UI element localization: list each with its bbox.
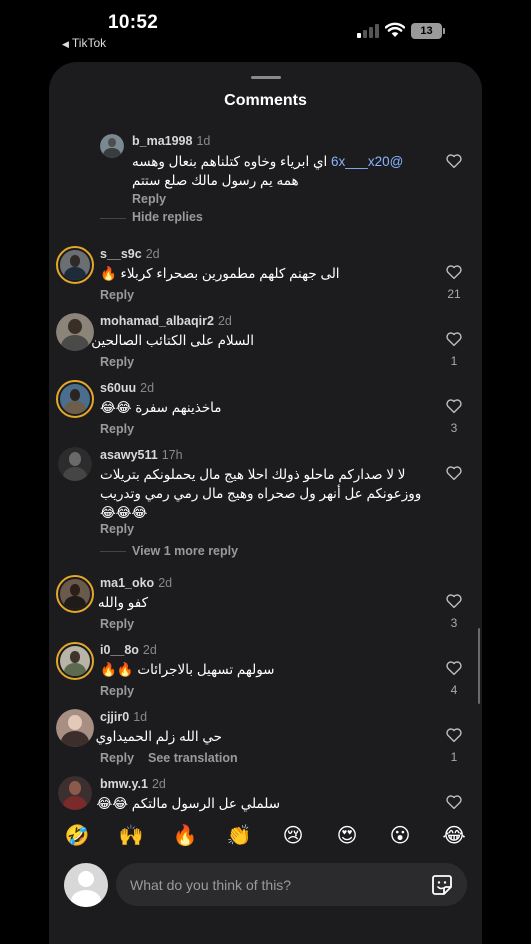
comments-sheet: Comments b_ma1998 1d @6x___x20 اي ابرياء … [49, 62, 482, 944]
comment-username[interactable]: b_ma1998 1d [132, 134, 210, 148]
comment-time: 2d [140, 381, 155, 395]
like-count: 1 [450, 750, 458, 764]
sticker-icon[interactable] [430, 873, 454, 897]
comment-text: سلملي عل الرسول مالتكم 😂😂 [96, 796, 280, 811]
scrollbar[interactable] [478, 628, 480, 704]
emoji-joy-button[interactable]: 😂 [440, 824, 468, 848]
heart-icon[interactable] [445, 726, 463, 744]
comment-item: i0__8o 2d سولهم تسهيل بالاجرائات 🔥🔥 Reply… [49, 641, 482, 701]
emoji-wow-button[interactable]: 😮 [386, 824, 414, 848]
like-count: 1 [450, 354, 458, 368]
drag-handle[interactable] [251, 76, 281, 79]
avatar[interactable] [56, 575, 94, 613]
like-count: 3 [450, 616, 458, 630]
view-more-replies-button[interactable]: View 1 more reply [132, 544, 238, 558]
back-app-label: TikTok [71, 36, 107, 50]
comment-username[interactable]: mohamad_albaqir2 2d [100, 314, 232, 328]
comment-username[interactable]: i0__8o 2d [100, 643, 157, 657]
reply-comment: b_ma1998 1d @6x___x20 اي ابرياء وخاوه كتل… [49, 130, 482, 230]
comment-item: mohamad_albaqir2 2d السلام على الكتائب ال… [49, 312, 482, 372]
heart-icon[interactable] [445, 330, 463, 348]
comment-username[interactable]: ma1_oko 2d [100, 576, 172, 590]
comment-username[interactable]: bmw.y.1 2d [100, 777, 166, 791]
avatar[interactable] [58, 447, 92, 481]
comment-text: كفو والله [97, 595, 148, 610]
like-count: 21 [447, 287, 461, 301]
sheet-title: Comments [224, 92, 307, 109]
avatar[interactable] [56, 246, 94, 284]
emoji-heart-eyes-button[interactable]: 😍 [333, 824, 361, 848]
status-time: 10:52 [108, 12, 159, 33]
my-avatar[interactable] [64, 863, 108, 907]
comment-text: @6x___x20 اي ابرياء وخاوه كتلناهم بنعال … [132, 154, 404, 169]
thread-line [100, 218, 126, 219]
comment-composer [49, 857, 482, 944]
comment-text: حي الله زلم الحميداوي [95, 729, 222, 744]
reply-button[interactable]: Reply [100, 422, 134, 436]
avatar[interactable] [56, 709, 94, 747]
reply-button[interactable]: Reply [100, 684, 134, 698]
hide-replies-button[interactable]: Hide replies [132, 210, 203, 224]
comment-username[interactable]: s60uu 2d [100, 381, 154, 395]
reply-button[interactable]: Reply [132, 192, 166, 206]
comment-text-line2: همه يم رسول مالك صلع ستتم [132, 173, 299, 188]
heart-icon[interactable] [445, 659, 463, 677]
avatar[interactable] [56, 642, 94, 680]
comment-username[interactable]: s__s9c 2d [100, 247, 160, 261]
comment-time: 1d [133, 710, 148, 724]
comment-input[interactable] [116, 863, 467, 906]
heart-icon[interactable] [445, 397, 463, 415]
back-to-app-link[interactable]: ◀ TikTok [62, 36, 106, 50]
thread-line [100, 551, 126, 552]
avatar[interactable] [56, 313, 94, 351]
comment-time: 1d [196, 134, 211, 148]
reply-button[interactable]: Reply [100, 355, 134, 369]
emoji-quick-bar: 🤣 🙌 🔥 👏 😢 😍 😮 😂 [49, 814, 482, 860]
wifi-icon [385, 22, 405, 37]
avatar[interactable] [100, 134, 124, 158]
emoji-fire-button[interactable]: 🔥 [171, 824, 199, 848]
emoji-cry-button[interactable]: 😢 [279, 824, 307, 848]
status-bar: 10:52 ◀ TikTok 13 [0, 0, 531, 56]
emoji-rofl-button[interactable]: 🤣 [63, 824, 91, 848]
reply-button[interactable]: Reply [100, 288, 134, 302]
reply-button[interactable]: Reply [100, 522, 134, 536]
like-count: 4 [450, 683, 458, 697]
comment-item: cjjir0 1d حي الله زلم الحميداوي Reply See… [49, 708, 482, 768]
comment-text: السلام على الكتائب الصالحين [91, 333, 254, 348]
comment-text: سولهم تسهيل بالاجرائات 🔥🔥 [100, 662, 275, 677]
comment-time: 2d [217, 314, 232, 328]
comment-username[interactable]: cjjir0 1d [100, 710, 147, 724]
comment-text: ماخذينهم سفرة 😂😂 [100, 400, 222, 415]
comment-time: 2d [151, 777, 166, 791]
heart-icon[interactable] [445, 592, 463, 610]
reply-button[interactable]: Reply [100, 617, 134, 631]
comment-text: الى جهنم كلهم مطمورين بصحراء كربلاء 🔥 [100, 266, 340, 281]
back-arrow-icon: ◀ [62, 39, 69, 49]
heart-icon[interactable] [445, 793, 463, 811]
comment-time: 2d [158, 576, 173, 590]
heart-icon[interactable] [445, 152, 463, 170]
comment-time: 2d [145, 247, 160, 261]
avatar[interactable] [58, 776, 92, 810]
heart-icon[interactable] [445, 263, 463, 281]
see-translation-button[interactable]: See translation [148, 751, 238, 765]
emoji-clap-button[interactable]: 👏 [225, 824, 253, 848]
comment-text: لا لا صداركم ماحلو ذولك احلا هيج مال يحم… [100, 467, 422, 520]
comment-username[interactable]: asawy511 17h [100, 448, 183, 462]
heart-icon[interactable] [445, 464, 463, 482]
battery-icon: 13 [411, 23, 445, 39]
comment-item: asawy511 17h لا لا صداركم ماحلو ذولك احلا… [49, 446, 482, 558]
avatar[interactable] [56, 380, 94, 418]
reply-button[interactable]: Reply [100, 751, 134, 765]
comment-item: s__s9c 2d الى جهنم كلهم مطمورين بصحراء كر… [49, 245, 482, 305]
comment-item: ma1_oko 2d كفو والله Reply 3 [49, 574, 482, 634]
comment-time: 2d [142, 643, 157, 657]
comment-time: 17h [161, 448, 183, 462]
like-count: 3 [450, 421, 458, 435]
emoji-raised-hands-button[interactable]: 🙌 [117, 824, 145, 848]
mention-link[interactable]: @6x___x20 [331, 154, 403, 169]
comment-item: s60uu 2d ماخذينهم سفرة 😂😂 Reply 3 [49, 379, 482, 439]
cell-signal-icon [357, 24, 379, 38]
